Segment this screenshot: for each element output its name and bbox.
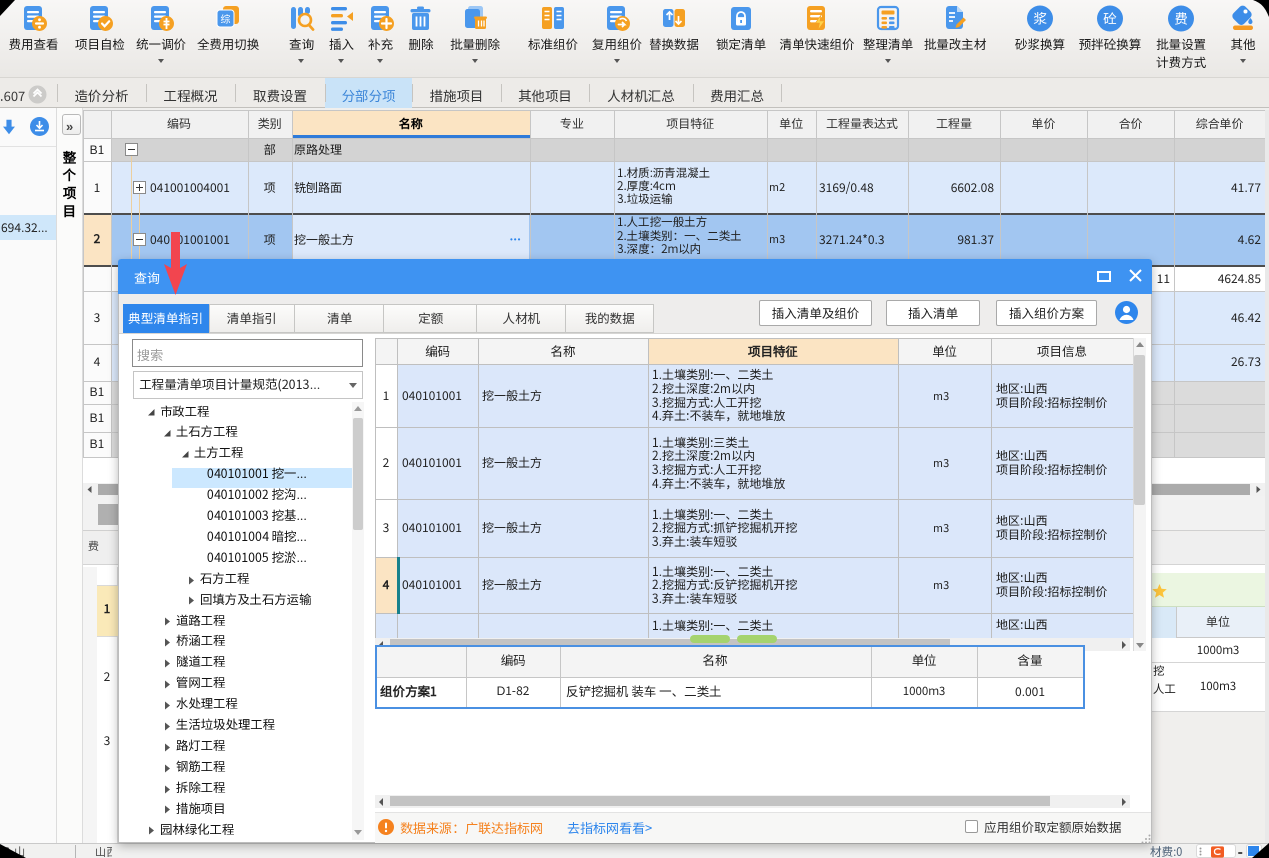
- svg-text:砼: 砼: [1103, 8, 1117, 28]
- svg-text:浆: 浆: [1033, 8, 1047, 28]
- svg-text:综: 综: [221, 11, 231, 26]
- svg-text:费: 费: [1174, 8, 1188, 28]
